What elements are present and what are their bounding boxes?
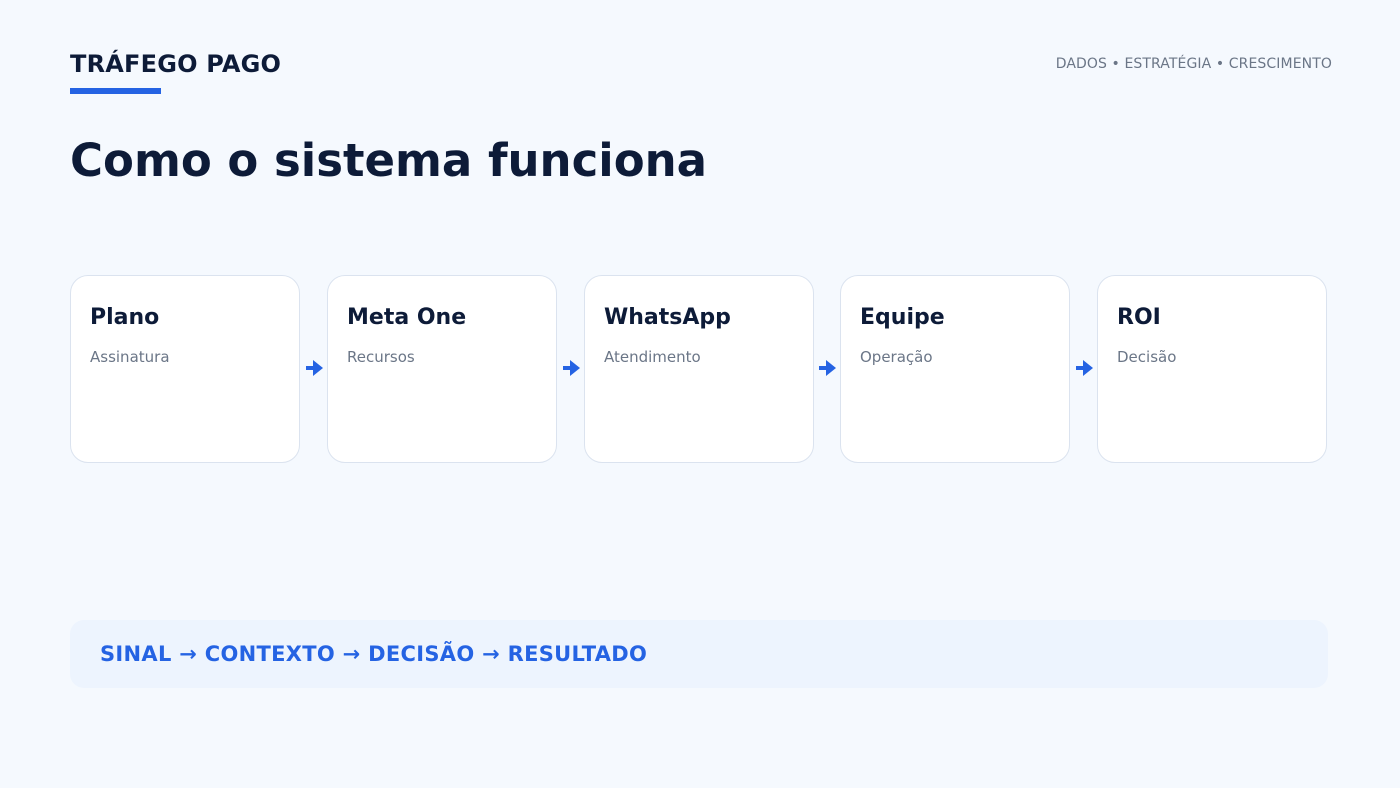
brand: TRÁFEGO PAGO	[70, 50, 282, 94]
flow-step-roi: ROI Decisão	[1097, 275, 1327, 463]
flow-step-subtitle: Assinatura	[90, 348, 170, 366]
brand-underline	[70, 88, 161, 94]
flow-step-title: Plano	[90, 305, 160, 330]
flow-step-title: WhatsApp	[604, 305, 731, 330]
flow-step-title: Equipe	[860, 305, 945, 330]
page-title: Como o sistema funciona	[70, 134, 708, 187]
flow-step-plano: Plano Assinatura	[70, 275, 300, 463]
flow-step-subtitle: Decisão	[1117, 348, 1177, 366]
flow-step-equipe: Equipe Operação	[840, 275, 1070, 463]
tagline: DADOS • ESTRATÉGIA • CRESCIMENTO	[1055, 56, 1332, 72]
arrow-right-icon	[563, 360, 580, 376]
brand-title: TRÁFEGO PAGO	[70, 50, 282, 78]
flow-diagram: Plano Assinatura Meta One Recursos Whats…	[70, 275, 1332, 466]
flow-step-meta-one: Meta One Recursos	[327, 275, 557, 463]
summary-banner: SINAL → CONTEXTO → DECISÃO → RESULTADO	[70, 620, 1328, 688]
arrow-right-icon	[1076, 360, 1093, 376]
arrow-right-icon	[819, 360, 836, 376]
flow-step-title: Meta One	[347, 305, 467, 330]
flow-step-subtitle: Recursos	[347, 348, 415, 366]
arrow-right-icon	[306, 360, 323, 376]
flow-step-subtitle: Operação	[860, 348, 933, 366]
summary-text: SINAL → CONTEXTO → DECISÃO → RESULTADO	[100, 642, 648, 666]
flow-step-title: ROI	[1117, 305, 1161, 330]
flow-step-subtitle: Atendimento	[604, 348, 701, 366]
flow-step-whatsapp: WhatsApp Atendimento	[584, 275, 814, 463]
